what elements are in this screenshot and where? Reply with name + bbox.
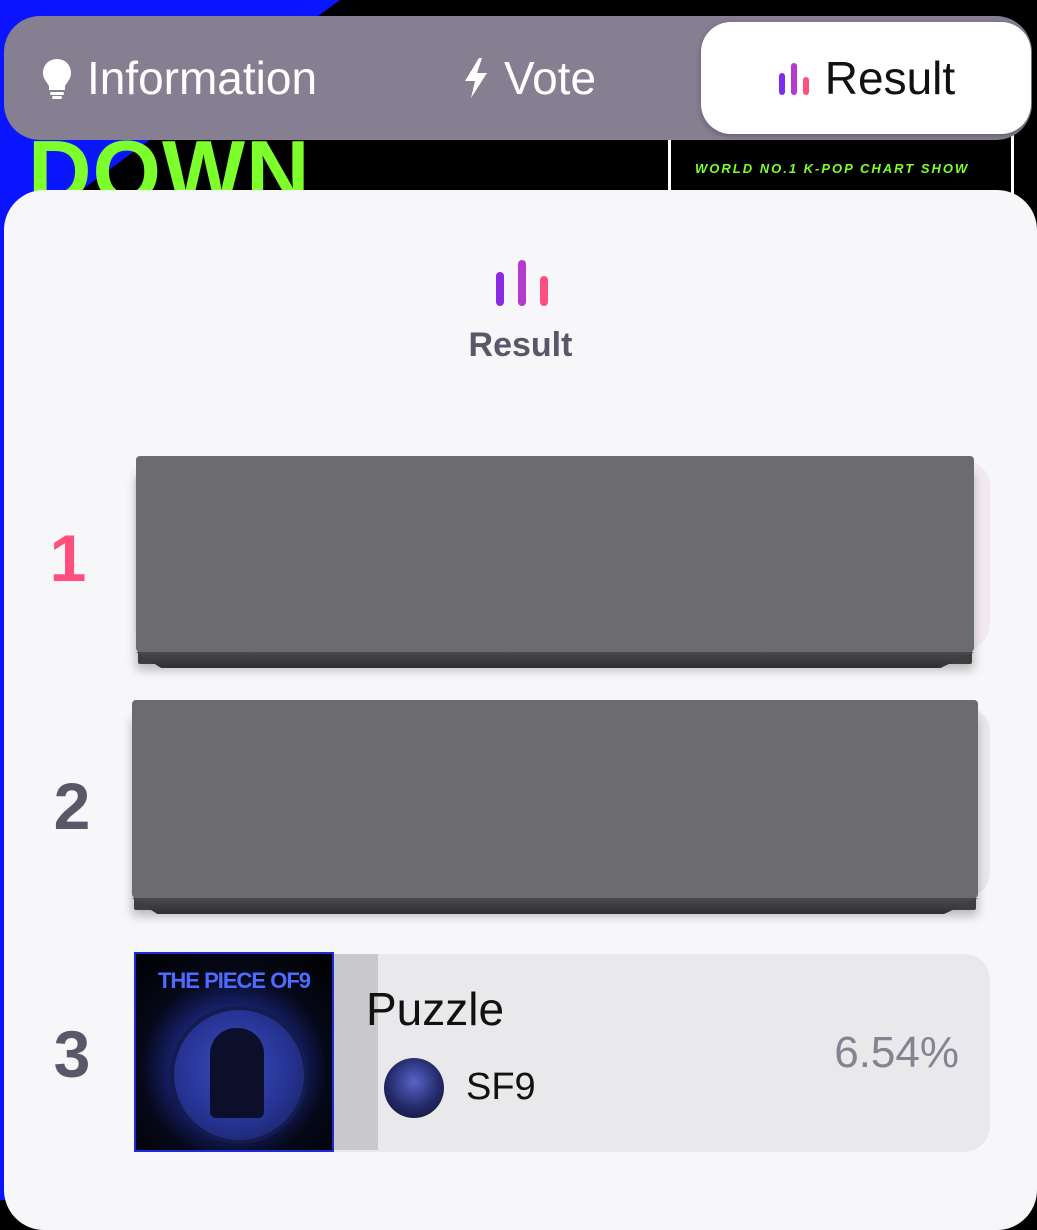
bar-chart-icon — [494, 260, 550, 311]
artist-name: SF9 — [466, 1066, 536, 1108]
tab-bar: Information Vote Result — [4, 16, 1032, 140]
album-cover-title: THE PIECE OF9 — [157, 968, 311, 993]
section-title: Result — [468, 326, 573, 364]
song-title: Puzzle — [366, 983, 505, 1035]
rank-number: 3 — [53, 1017, 91, 1091]
avatar — [384, 1058, 444, 1118]
tab-information-label: Information — [86, 52, 318, 104]
rank-number: 1 — [49, 521, 87, 595]
tab-information[interactable]: Information — [4, 16, 354, 140]
vote-percentage: 6.54% — [834, 1028, 959, 1077]
rank-number: 2 — [53, 769, 91, 843]
bar-chart-icon — [777, 61, 811, 95]
poster-tagline: WORLD NO.1 K-POP CHART SHOW — [695, 161, 970, 176]
tab-vote-label: Vote — [503, 52, 597, 104]
tab-result-label: Result — [824, 52, 956, 104]
redaction-block — [132, 700, 978, 898]
album-silhouette — [210, 1028, 264, 1118]
tab-result[interactable]: Result — [701, 22, 1031, 134]
lightning-icon — [462, 57, 490, 99]
album-cover: THE PIECE OF9 — [134, 952, 334, 1152]
lightbulb-icon — [41, 57, 73, 99]
redaction-block — [136, 456, 974, 652]
tab-vote[interactable]: Vote — [364, 16, 694, 140]
